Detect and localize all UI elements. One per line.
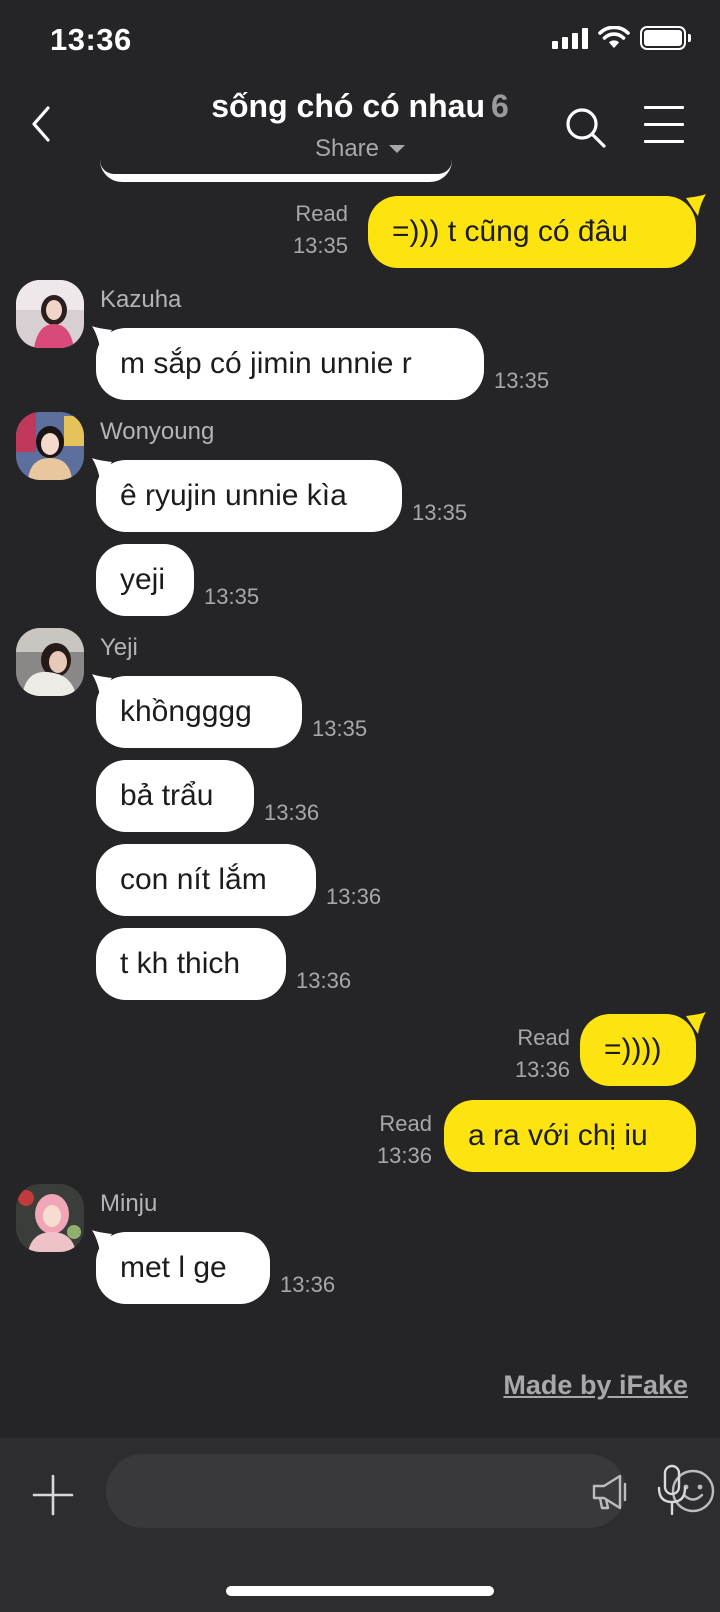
message-input-container <box>106 1454 715 1528</box>
sender-name: Minju <box>100 1190 158 1217</box>
outgoing-message-bubble[interactable]: =)))) <box>580 1014 696 1086</box>
incoming-message-bubble[interactable]: bả trẩu <box>96 760 254 832</box>
message-time: 13:36 <box>264 800 320 825</box>
message-time: 13:35 <box>494 368 550 393</box>
attach-button[interactable] <box>32 1474 74 1516</box>
read-receipt: Read <box>379 1111 432 1136</box>
message-text: ê ryujin unnie kìa <box>120 479 347 512</box>
message-time: 13:35 <box>312 716 368 741</box>
message-text: =))) t cũng có đâu <box>392 215 628 248</box>
message-time: 13:35 <box>204 584 260 609</box>
read-receipt: Read <box>517 1025 570 1050</box>
incoming-message-bubble[interactable]: con nít lắm <box>96 844 316 916</box>
message-text: met l ge <box>120 1251 227 1284</box>
message-time: 13:36 <box>376 1143 432 1168</box>
message-meta: Read 13:35 <box>293 198 348 262</box>
message-time: 13:36 <box>280 1272 336 1297</box>
search-button[interactable] <box>562 104 610 152</box>
message-text: =)))) <box>604 1033 662 1066</box>
member-count: 6 <box>490 88 509 124</box>
incoming-message-bubble[interactable]: ê ryujin unnie kìa <box>96 460 402 532</box>
message-time: 13:36 <box>296 968 352 993</box>
avatar-minju[interactable] <box>16 1184 84 1252</box>
chat-title: sống chó có nhau <box>211 88 485 124</box>
message-text: a ra với chị iu <box>468 1119 648 1152</box>
previous-message-bubble-edge <box>100 160 452 182</box>
caret-down-icon <box>389 145 406 153</box>
share-label: Share <box>314 135 380 162</box>
bubble-tail <box>686 194 706 216</box>
status-bar: 13:36 <box>0 0 720 80</box>
menu-button[interactable] <box>644 106 684 146</box>
read-receipt: Read <box>295 201 348 226</box>
message-text: t kh thich <box>120 947 241 980</box>
message-time: 13:35 <box>292 233 348 258</box>
cellular-signal-icon <box>552 27 588 49</box>
share-dropdown[interactable]: Share <box>0 135 720 163</box>
message-time: 13:36 <box>326 884 382 909</box>
incoming-message-bubble[interactable]: yeji <box>96 544 194 616</box>
home-indicator[interactable] <box>226 1586 494 1596</box>
microphone-icon <box>657 1464 687 1516</box>
status-icons <box>552 26 691 50</box>
message-meta: Read 13:36 <box>515 1022 570 1086</box>
message-text: yeji <box>120 563 166 596</box>
sender-name: Wonyoung <box>100 418 215 445</box>
message-text: bả trẩu <box>120 779 214 812</box>
message-time: 13:35 <box>412 500 468 525</box>
incoming-message-bubble[interactable]: met l ge <box>96 1232 270 1304</box>
bubble-tail <box>686 1012 706 1034</box>
message-input-bar <box>0 1438 720 1612</box>
battery-icon <box>640 26 691 50</box>
message-meta: Read 13:36 <box>377 1108 432 1172</box>
message-input[interactable] <box>126 1454 456 1528</box>
message-text: khồngggg <box>120 695 252 728</box>
message-time: 13:36 <box>514 1057 570 1082</box>
message-text: con nít lắm <box>120 863 267 896</box>
avatar-wonyoung[interactable] <box>16 412 84 480</box>
incoming-message-bubble[interactable]: khồngggg <box>96 676 302 748</box>
avatar-yeji[interactable] <box>16 628 84 696</box>
search-icon <box>566 108 606 148</box>
sender-name: Kazuha <box>100 286 182 313</box>
outgoing-message-bubble[interactable]: =))) t cũng có đâu <box>368 196 696 268</box>
sender-name: Yeji <box>100 634 138 661</box>
incoming-message-bubble[interactable]: t kh thich <box>96 928 286 1000</box>
chat-title-area[interactable]: sống chó có nhau 6 Share <box>0 88 720 163</box>
voice-record-button[interactable] <box>656 1464 688 1516</box>
avatar-kazuha[interactable] <box>16 280 84 348</box>
hamburger-menu-icon <box>644 106 684 143</box>
announcement-button[interactable] <box>590 1472 630 1512</box>
outgoing-message-bubble[interactable]: a ra với chị iu <box>444 1100 696 1172</box>
incoming-message-bubble[interactable]: m sắp có jimin unnie r <box>96 328 484 400</box>
plus-icon <box>32 1474 74 1516</box>
message-text: m sắp có jimin unnie r <box>120 347 412 380</box>
status-time: 13:36 <box>50 22 132 57</box>
watermark-link[interactable]: Made by iFake <box>503 1370 688 1401</box>
megaphone-icon <box>592 1474 627 1510</box>
wifi-icon <box>598 26 630 48</box>
